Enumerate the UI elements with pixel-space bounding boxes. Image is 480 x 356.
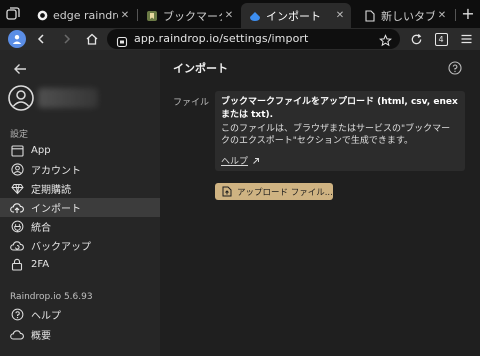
tab-github[interactable]: edge raindrop.io ✕ (28, 3, 136, 28)
page-icon (364, 9, 376, 22)
new-tab-button[interactable]: + (459, 5, 477, 23)
settings-sidebar: 設定 App アカウント 定期購読 インポート 統合 バックアップ 2FA Ra… (0, 50, 160, 356)
sidebar-item-label: 定期購読 (31, 185, 71, 196)
integration-icon (10, 220, 24, 234)
tab-import[interactable]: インポート ✕ (241, 3, 351, 28)
sidebar-item-label: 概要 (31, 331, 51, 342)
tab-count-button[interactable]: 4 (431, 29, 451, 49)
back-arrow-icon[interactable] (12, 61, 28, 75)
lock-icon (10, 258, 24, 272)
forward-button[interactable] (57, 29, 77, 49)
profile-button[interactable] (8, 30, 26, 48)
sidebar-item-app[interactable]: App (0, 141, 160, 160)
account-icon (10, 163, 24, 177)
home-button[interactable] (82, 29, 102, 49)
tab-count: 4 (434, 32, 448, 46)
tab-title: edge raindrop.io (53, 9, 118, 22)
browser-toolbar: app.raindrop.io/settings/import 4 (0, 28, 480, 50)
info-title: ブックマークファイルをアップロード (html, csv, enex または t… (221, 97, 458, 120)
back-button[interactable] (31, 29, 51, 49)
sidebar-item-help[interactable]: ヘルプ (0, 305, 160, 324)
tab-strip: edge raindrop.io ✕ ブックマーク管 ✕ インポート ✕ 新しい… (0, 0, 480, 28)
info-description: このファイルは、ブラウザまたはサービスの"ブックマークのエクスポート"セクション… (221, 124, 451, 146)
chevron-left-icon (37, 34, 44, 44)
tab-close-icon[interactable]: ✕ (118, 10, 132, 21)
external-link-icon (252, 157, 260, 165)
tab-close-icon[interactable]: ✕ (435, 10, 449, 21)
tab-title: ブックマーク管 (163, 9, 222, 23)
reload-icon (411, 33, 421, 44)
upload-file-button[interactable]: アップロード ファイル... (215, 183, 333, 200)
person-icon (12, 35, 22, 44)
tab-bookmark-manager[interactable]: ブックマーク管 ✕ (138, 3, 240, 28)
blurred-username (38, 88, 98, 108)
sidebar-item-label: バックアップ (31, 242, 91, 253)
page-title: インポート (173, 62, 228, 75)
user-avatar-icon[interactable] (8, 85, 34, 111)
settings-section-header: 設定 (10, 130, 29, 140)
tab-new-tab[interactable]: 新しいタブ ✕ (356, 3, 453, 28)
tab-title: インポート (266, 9, 321, 23)
sidebar-item-label: App (31, 145, 51, 156)
sidebar-item-label: ヘルプ (31, 311, 61, 322)
sidebar-item-2fa[interactable]: 2FA (0, 255, 160, 274)
github-icon (36, 10, 48, 22)
window-icon (10, 144, 24, 158)
menu-button[interactable] (456, 29, 476, 49)
sidebar-item-label: 2FA (31, 259, 50, 270)
home-icon (86, 33, 98, 45)
upload-button-label: アップロード ファイル... (237, 187, 333, 198)
help-link-label: ヘルプ (221, 157, 249, 167)
cloud-upload-icon (10, 201, 24, 215)
sidebar-item-about[interactable]: 概要 (0, 325, 160, 344)
sidebar-item-account[interactable]: アカウント (0, 160, 160, 179)
reload-button[interactable] (406, 29, 426, 49)
url-text: app.raindrop.io/settings/import (134, 32, 309, 45)
tab-close-icon[interactable]: ✕ (222, 10, 236, 21)
browser-window: edge raindrop.io ✕ ブックマーク管 ✕ インポート ✕ 新しい… (0, 0, 480, 356)
main-content: インポート ファイル ブックマークファイルをアップロード (html, csv,… (160, 50, 480, 356)
hamburger-menu-icon (461, 34, 471, 44)
help-circle-icon (10, 308, 24, 322)
backup-icon (10, 239, 24, 253)
help-link[interactable]: ヘルプ (221, 154, 260, 167)
sidebar-item-backup[interactable]: バックアップ (0, 236, 160, 255)
sidebar-item-import[interactable]: インポート (0, 198, 160, 217)
file-upload-icon (221, 186, 232, 197)
diamond-icon (10, 182, 24, 196)
raindrop-icon (249, 10, 261, 22)
help-icon[interactable] (448, 60, 462, 75)
sidebar-item-label: アカウント (31, 166, 81, 177)
address-bar[interactable]: app.raindrop.io/settings/import (107, 29, 400, 49)
app-version: Raindrop.io 5.6.93 (10, 292, 93, 302)
bookmark-app-icon (146, 10, 158, 22)
sidebar-item-subscription[interactable]: 定期購読 (0, 179, 160, 198)
file-field-label: ファイル (173, 98, 210, 108)
import-info-box: ブックマークファイルをアップロード (html, csv, enex または t… (215, 91, 465, 171)
star-icon[interactable] (379, 32, 392, 51)
tab-title: 新しいタブ (381, 9, 435, 23)
chevron-right-icon (64, 34, 71, 44)
sidebar-item-label: インポート (31, 204, 81, 215)
tab-divider (455, 9, 456, 21)
tab-close-icon[interactable]: ✕ (333, 10, 347, 21)
sidebar-item-label: 統合 (31, 223, 51, 234)
sidebar-item-integrations[interactable]: 統合 (0, 217, 160, 236)
workspaces-icon[interactable] (5, 6, 21, 22)
cloud-icon (10, 328, 24, 342)
